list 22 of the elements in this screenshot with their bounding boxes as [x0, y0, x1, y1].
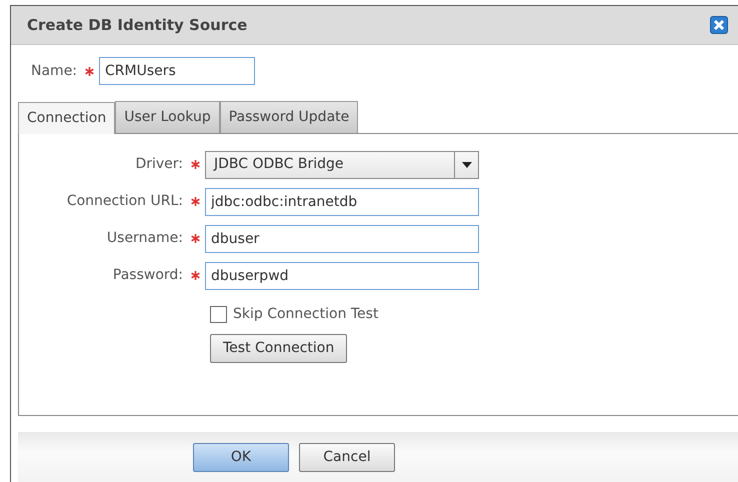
close-button[interactable] — [710, 16, 728, 34]
field-label: Connection URL: — [66, 192, 183, 211]
close-icon — [713, 19, 725, 31]
checkbox[interactable] — [210, 306, 227, 322]
caret-icon — [462, 162, 472, 168]
dialog-button[interactable]: Cancel — [299, 443, 395, 472]
text-input[interactable]: jdbc:odbc:intranetdb — [205, 188, 479, 216]
field-label: Password: — [112, 266, 183, 285]
field-label: Username: — [106, 229, 183, 248]
tab[interactable]: Connection — [18, 102, 116, 134]
field-label: Driver: — [134, 155, 183, 174]
tab[interactable]: Password Update — [220, 101, 358, 133]
name-input[interactable]: CRMUsers — [99, 57, 256, 85]
checkbox-label: Skip Connection Test — [233, 304, 378, 324]
test-connection-button[interactable]: Test Connection — [210, 334, 348, 363]
tab[interactable]: User Lookup — [115, 101, 220, 133]
name-label: Name: — [31, 62, 78, 80]
window-title: Create DB Identity Source — [27, 14, 248, 36]
dialog-button[interactable]: OK — [193, 443, 289, 472]
driver-dropdown[interactable]: JDBC ODBC Bridge — [205, 150, 479, 178]
text-input[interactable]: dbuserpwd — [205, 262, 479, 290]
text-input[interactable]: dbuser — [205, 224, 479, 252]
